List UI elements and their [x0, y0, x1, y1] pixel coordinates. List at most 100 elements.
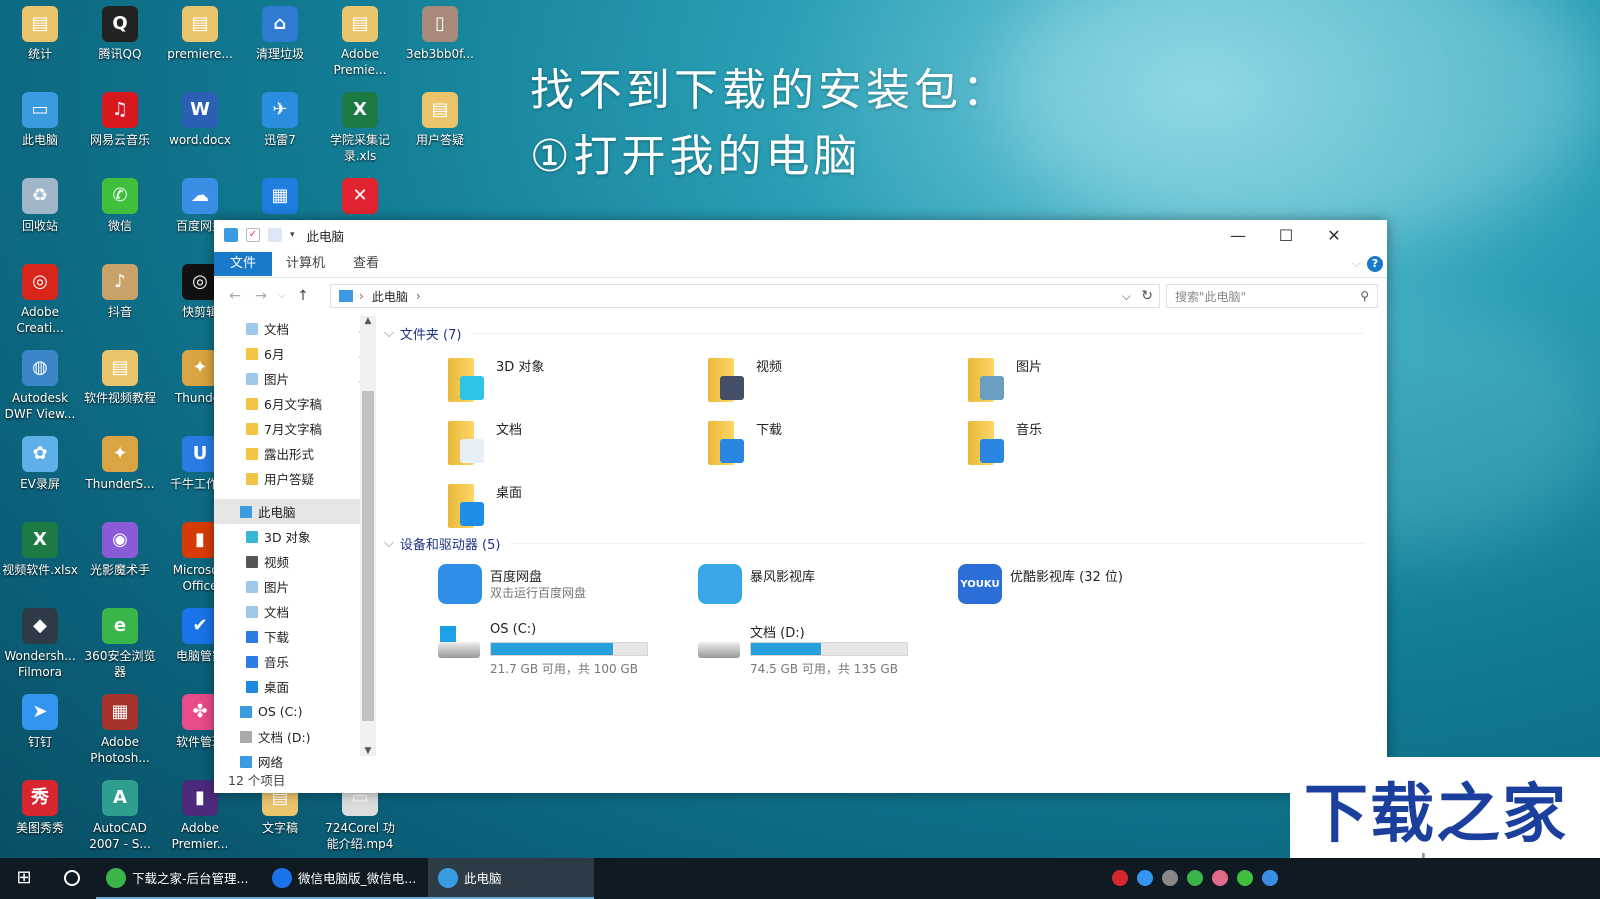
nav-item[interactable]: 用户答疑 — [214, 466, 376, 491]
drive-item[interactable]: OS (C:) 21.7 GB 可用，共 100 GB — [438, 620, 698, 676]
expand-ribbon-icon[interactable]: ⌵ — [1352, 256, 1361, 271]
desktop-icon[interactable]: ✦ ThunderS... — [80, 432, 160, 492]
nav-item[interactable]: 视频 — [214, 549, 376, 574]
desktop-icon[interactable]: Q 腾讯QQ — [80, 2, 160, 62]
device-item[interactable]: 暴风影视库 — [698, 564, 958, 620]
nav-item[interactable]: 网络 — [214, 749, 376, 771]
nav-item[interactable]: 文档📌 — [214, 316, 376, 341]
folder-item[interactable]: 音乐 — [964, 417, 1224, 473]
desktop-icon[interactable]: ⌂ 清理垃圾 — [240, 2, 320, 62]
search-icon[interactable]: ⚲ — [1360, 289, 1369, 303]
collapse-icon[interactable]: ⌵ — [384, 326, 394, 341]
up-button[interactable]: ↑ — [290, 288, 316, 304]
minimize-button[interactable]: — — [1215, 220, 1261, 250]
taskbar-item[interactable]: 下载之家-后台管理... — [96, 858, 262, 899]
nav-item[interactable]: 7月文字稿 — [214, 416, 376, 441]
desktop-icon[interactable]: ▤ 软件视频教程 — [80, 346, 160, 406]
nav-item[interactable]: 桌面 — [214, 674, 376, 699]
properties-icon[interactable]: ✓ — [246, 228, 260, 242]
title-bar[interactable]: ✓ ▾ 此电脑 — ☐ ✕ — [214, 220, 1387, 250]
desktop-icon[interactable]: ♫ 网易云音乐 — [80, 88, 160, 148]
quick-access-dropdown-icon[interactable]: ▾ — [290, 230, 295, 240]
forward-button[interactable]: → — [248, 288, 274, 304]
folder-item[interactable]: 下载 — [704, 417, 964, 473]
breadcrumb-this-pc[interactable]: 此电脑 — [372, 288, 408, 305]
desktop-icon[interactable]: ◍ Autodesk DWF View... — [0, 346, 80, 422]
desktop-icon[interactable]: ◎ Adobe Creati... — [0, 260, 80, 336]
desktop-icon[interactable]: ✆ 微信 — [80, 174, 160, 234]
tab-file[interactable]: 文件 — [214, 251, 272, 276]
device-item[interactable]: YOUKU 优酷影视库 (32 位) — [958, 564, 1218, 620]
desktop-icon[interactable]: ✿ EV录屏 — [0, 432, 80, 492]
nav-scrollbar[interactable]: ▲ ▼ — [360, 316, 376, 756]
device-item[interactable]: 百度网盘 双击运行百度网盘 — [438, 564, 698, 620]
folders-group-header[interactable]: ⌵ 文件夹 (7) — [384, 324, 1364, 343]
desktop-icon[interactable]: ▤ premiere... — [160, 2, 240, 62]
desktop-icon[interactable]: e 360安全浏览器 — [80, 604, 160, 680]
folder-item[interactable]: 视频 — [704, 354, 964, 410]
desktop-icon[interactable]: A AutoCAD 2007 - S... — [80, 776, 160, 852]
tray-icon[interactable] — [1187, 870, 1203, 886]
desktop-icon[interactable]: Wword.docx — [160, 88, 240, 148]
nav-item[interactable]: OS (C:) — [214, 699, 376, 724]
tab-computer[interactable]: 计算机 — [272, 252, 339, 276]
tab-view[interactable]: 查看 — [339, 252, 393, 276]
address-history-dropdown-icon[interactable]: ⌵ — [1122, 289, 1131, 304]
back-button[interactable]: ← — [222, 288, 248, 304]
desktop-icon[interactable]: ▯ 3eb3bb0f... — [400, 2, 480, 62]
taskbar-item[interactable]: 此电脑 — [428, 858, 594, 899]
maximize-button[interactable]: ☐ — [1263, 220, 1309, 250]
nav-item[interactable]: 6月📌 — [214, 341, 376, 366]
desktop-icon[interactable]: ▦ Adobe Photosh... — [80, 690, 160, 766]
tray-icon[interactable] — [1212, 870, 1228, 886]
folder-item[interactable]: 3D 对象 — [444, 354, 704, 410]
scroll-up-icon[interactable]: ▲ — [360, 316, 376, 326]
scrollbar-thumb[interactable] — [362, 391, 374, 721]
tray-icon[interactable] — [1162, 870, 1178, 886]
tray-icon[interactable] — [1262, 870, 1278, 886]
collapse-icon[interactable]: ⌵ — [384, 536, 394, 551]
start-button[interactable]: ⊞ — [0, 858, 48, 899]
desktop-icon[interactable]: ◉ 光影魔术手 — [80, 518, 160, 578]
desktop-icon[interactable]: ✈ 迅雷7 — [240, 88, 320, 148]
nav-item[interactable]: 文档 — [214, 599, 376, 624]
devices-group-header[interactable]: ⌵ 设备和驱动器 (5) — [384, 534, 1364, 553]
drive-item[interactable]: 文档 (D:) 74.5 GB 可用，共 135 GB — [698, 620, 958, 676]
desktop-icon[interactable]: ◆ Wondersh... Filmora — [0, 604, 80, 680]
new-folder-icon[interactable] — [268, 228, 282, 242]
close-button[interactable]: ✕ — [1311, 220, 1357, 250]
nav-item[interactable]: 6月文字稿 — [214, 391, 376, 416]
desktop-icon[interactable]: 秀美图秀秀 — [0, 776, 80, 836]
desktop-icon[interactable]: ▤ 统计 — [0, 2, 80, 62]
scroll-down-icon[interactable]: ▼ — [360, 746, 376, 756]
desktop-icon[interactable]: ▤ Adobe Premie... — [320, 2, 400, 78]
nav-item[interactable]: 露出形式 — [214, 441, 376, 466]
folder-item[interactable]: 文档 — [444, 417, 704, 473]
nav-item[interactable]: 此电脑 — [214, 499, 376, 524]
nav-item[interactable]: 音乐 — [214, 649, 376, 674]
folder-item[interactable]: 桌面 — [444, 480, 704, 536]
desktop-icon[interactable]: ▤ 用户答疑 — [400, 88, 480, 148]
refresh-icon[interactable]: ↻ — [1141, 288, 1153, 304]
help-icon[interactable]: ? — [1367, 255, 1383, 272]
recent-locations-icon[interactable]: ⌵ — [274, 291, 290, 301]
nav-item[interactable]: 下载 — [214, 624, 376, 649]
tray-icon[interactable] — [1112, 870, 1128, 886]
desktop-icon[interactable]: ▭ 此电脑 — [0, 88, 80, 148]
desktop-icon[interactable]: ➤ 钉钉 — [0, 690, 80, 750]
desktop-icon[interactable]: ♪ 抖音 — [80, 260, 160, 320]
tray-icon[interactable] — [1137, 870, 1153, 886]
desktop-icon[interactable]: X 学院采集记录.xls — [320, 88, 400, 164]
search-input[interactable]: 搜索"此电脑" ⚲ — [1166, 284, 1378, 308]
breadcrumb-chevron-icon[interactable]: › — [416, 289, 421, 303]
nav-item[interactable]: 图片📌 — [214, 366, 376, 391]
nav-item[interactable]: 3D 对象 — [214, 524, 376, 549]
address-bar[interactable]: › 此电脑 › ⌵ ↻ — [330, 284, 1160, 308]
tray-icon[interactable] — [1237, 870, 1253, 886]
nav-item[interactable]: 图片 — [214, 574, 376, 599]
nav-item[interactable]: 文档 (D:) — [214, 724, 376, 749]
taskbar-item[interactable]: 微信电脑版_微信电... — [262, 858, 428, 899]
desktop-icon[interactable]: X 视频软件.xlsx — [0, 518, 80, 578]
cortana-button[interactable] — [48, 858, 96, 899]
folder-item[interactable]: 图片 — [964, 354, 1224, 410]
